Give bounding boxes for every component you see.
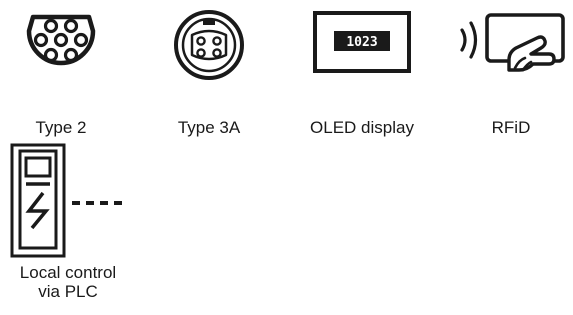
plc-label-line2: via PLC xyxy=(38,282,98,301)
type3a-connector-icon xyxy=(174,10,244,80)
oled-display-label: OLED display xyxy=(310,118,414,137)
charging-station-plc-icon xyxy=(10,143,128,258)
rfid-card-icon xyxy=(460,13,565,72)
oled-display-value: 1023 xyxy=(346,35,378,50)
type2-connector-icon xyxy=(26,14,96,66)
type2-label: Type 2 xyxy=(35,118,87,137)
plc-label-line1: Local control xyxy=(19,263,117,282)
type3a-label: Type 3A xyxy=(177,118,241,137)
rfid-label: RFiD xyxy=(491,118,531,137)
